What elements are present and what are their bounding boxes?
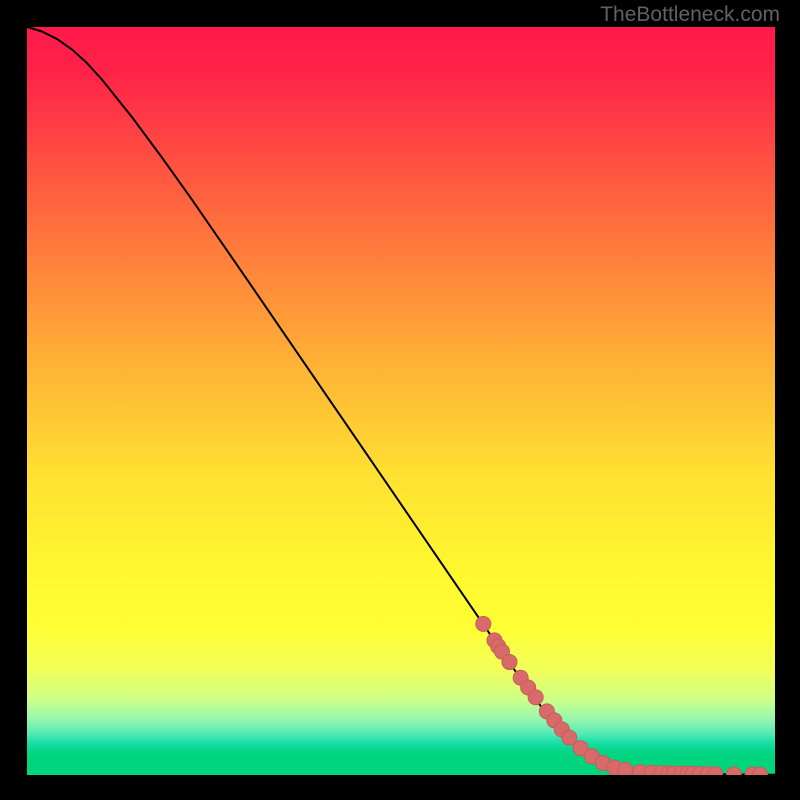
plot-area — [27, 27, 775, 775]
data-marker — [726, 767, 741, 775]
curve-line — [27, 27, 775, 775]
data-marker — [528, 690, 543, 705]
data-marker — [476, 616, 491, 631]
markers-group — [476, 616, 768, 775]
data-marker — [618, 762, 633, 775]
watermark-text: TheBottleneck.com — [600, 3, 780, 27]
chart-overlay — [27, 27, 775, 775]
data-marker — [502, 655, 517, 670]
